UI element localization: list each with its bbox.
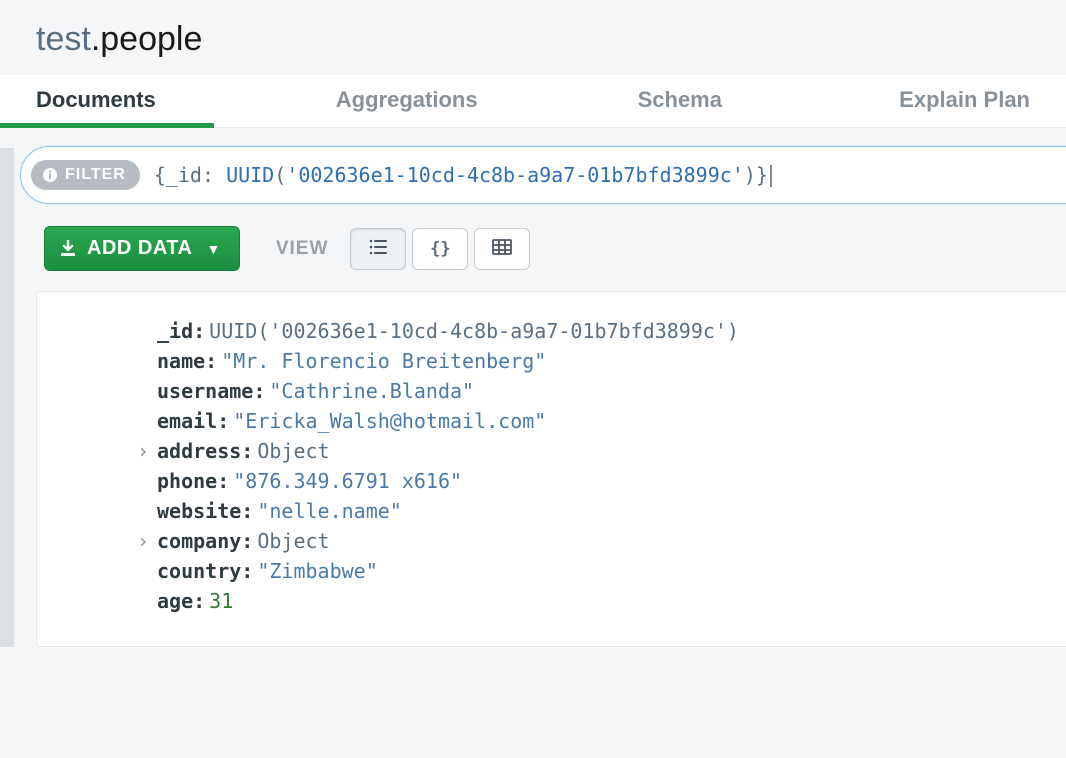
braces-icon: {}: [430, 239, 450, 259]
field-key: address: [157, 439, 241, 463]
field-key: age: [157, 589, 193, 613]
field-key: _id: [157, 319, 193, 343]
breadcrumb: test.people: [0, 0, 1066, 75]
view-label: VIEW: [276, 238, 329, 260]
view-list-button[interactable]: [350, 228, 406, 270]
tab-schema[interactable]: Schema: [638, 75, 722, 127]
field-key: website: [157, 499, 241, 523]
expand-toggle-icon[interactable]: ›: [137, 436, 149, 466]
tab-label: Schema: [638, 87, 722, 112]
field-colon: :: [241, 559, 253, 583]
info-icon: [41, 166, 59, 184]
field-colon: :: [253, 379, 265, 403]
field-value: "Zimbabwe": [257, 559, 377, 583]
field-value: "Mr. Florencio Breitenberg": [221, 349, 546, 373]
field-key: company: [157, 529, 241, 553]
field-key: phone: [157, 469, 217, 493]
field-colon: :: [205, 349, 217, 373]
field-key: name: [157, 349, 205, 373]
field-colon: :: [217, 409, 229, 433]
document-field-row[interactable]: country:"Zimbabwe": [157, 556, 1042, 586]
document-field-row[interactable]: age:31: [157, 586, 1042, 616]
add-data-label: ADD DATA: [87, 237, 192, 260]
field-value: "nelle.name": [257, 499, 402, 523]
field-colon: :: [241, 499, 253, 523]
add-data-button[interactable]: ADD DATA ▼: [44, 226, 240, 271]
field-value: 31: [209, 589, 233, 613]
expand-toggle-icon[interactable]: ›: [137, 526, 149, 556]
field-colon: :: [193, 589, 205, 613]
tab-documents[interactable]: Documents: [36, 75, 156, 127]
document-card: _id:UUID('002636e1-10cd-4c8b-a9a7-01b7bf…: [36, 291, 1066, 647]
filter-query[interactable]: {_id: UUID('002636e1-10cd-4c8b-a9a7-01b7…: [140, 163, 772, 188]
view-toggle-group: {}: [350, 228, 530, 270]
field-colon: :: [193, 319, 205, 343]
filter-pill-label: FILTER: [65, 166, 126, 184]
tab-explain-plan[interactable]: Explain Plan: [899, 75, 1030, 127]
tab-label: Aggregations: [336, 87, 478, 112]
toolbar: ADD DATA ▼ VIEW {}: [0, 204, 1066, 271]
view-table-button[interactable]: [474, 228, 530, 270]
field-value: Object: [257, 529, 329, 553]
document-field-row[interactable]: phone:"876.349.6791 x616": [157, 466, 1042, 496]
filter-bar[interactable]: FILTER {_id: UUID('002636e1-10cd-4c8b-a9…: [20, 146, 1066, 204]
table-icon: [492, 239, 512, 258]
collection-name: people: [100, 20, 202, 58]
tab-aggregations[interactable]: Aggregations: [336, 75, 478, 127]
left-gutter: [0, 148, 14, 647]
document-field-row[interactable]: ›address:Object: [157, 436, 1042, 466]
field-value: "876.349.6791 x616": [233, 469, 462, 493]
field-value: UUID('002636e1-10cd-4c8b-a9a7-01b7bfd389…: [209, 319, 739, 343]
tab-label: Documents: [36, 87, 156, 112]
tab-label: Explain Plan: [899, 87, 1030, 112]
field-colon: :: [241, 529, 253, 553]
field-colon: :: [241, 439, 253, 463]
field-key: country: [157, 559, 241, 583]
document-field-row[interactable]: username:"Cathrine.Blanda": [157, 376, 1042, 406]
document-field-row[interactable]: website:"nelle.name": [157, 496, 1042, 526]
view-json-button[interactable]: {}: [412, 228, 468, 270]
document-field-row[interactable]: ›company:Object: [157, 526, 1042, 556]
chevron-down-icon: ▼: [206, 241, 220, 257]
document-field-row[interactable]: email:"Ericka_Walsh@hotmail.com": [157, 406, 1042, 436]
text-caret: [770, 165, 772, 187]
tab-bar: Documents Aggregations Schema Explain Pl…: [0, 75, 1066, 128]
download-icon: [59, 240, 77, 258]
database-name: test: [36, 20, 91, 58]
document-field-row[interactable]: name:"Mr. Florencio Breitenberg": [157, 346, 1042, 376]
field-value: "Ericka_Walsh@hotmail.com": [233, 409, 546, 433]
field-colon: :: [217, 469, 229, 493]
document-field-row[interactable]: _id:UUID('002636e1-10cd-4c8b-a9a7-01b7bf…: [157, 316, 1042, 346]
field-value: "Cathrine.Blanda": [269, 379, 474, 403]
field-value: Object: [257, 439, 329, 463]
field-key: username: [157, 379, 253, 403]
field-key: email: [157, 409, 217, 433]
filter-pill[interactable]: FILTER: [31, 160, 140, 190]
list-icon: [368, 239, 388, 258]
